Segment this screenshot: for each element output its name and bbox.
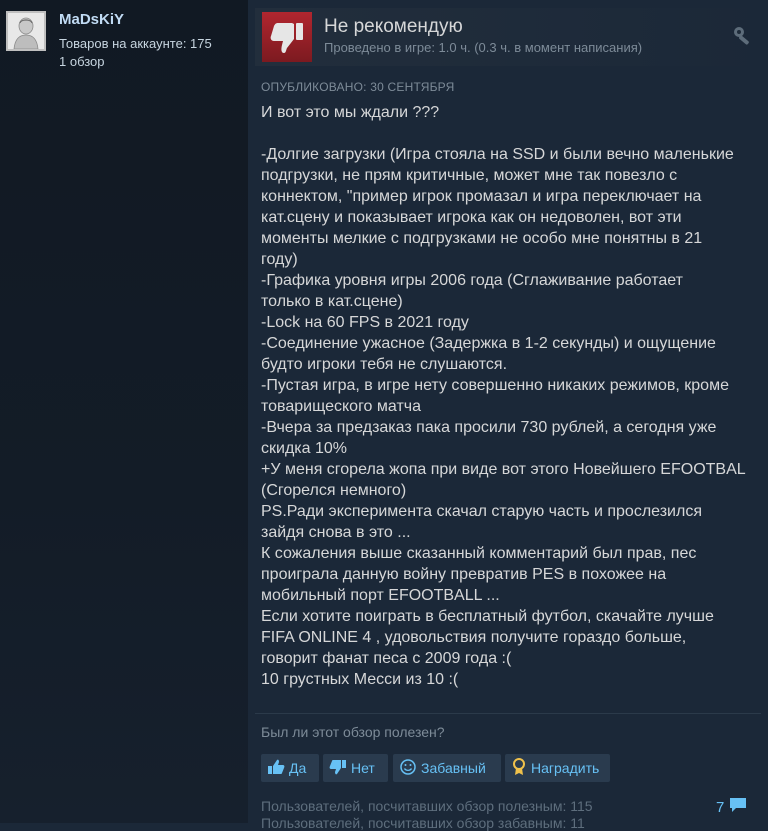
review-line: коннектом, "пример игрок промазал и игра… [261,188,702,205]
review-line: скидка 10% [261,440,347,457]
review-line: -Вчера за предзаказ пака просили 730 руб… [261,419,717,436]
funny-count: Пользователей, посчитавших обзор забавны… [261,815,585,831]
review-line: К сожаления выше сказанный комментарий б… [261,545,697,562]
author-name[interactable]: MaDsKiY [59,11,124,28]
vote-yes-button[interactable]: Да [261,754,319,782]
review-line: кат.сцену и показывает игрока как он нед… [261,209,682,226]
playtime: Проведено в игре: 1.0 ч. (0.3 ч. в момен… [324,40,643,55]
review-line: товарищеского матча [261,398,421,415]
review-line: -Соединение ужасное (Задержка в 1-2 секу… [261,335,716,352]
avatar[interactable] [6,11,46,51]
review-line: PS.Ради эксперимента скачал старую часть… [261,503,702,520]
smiley-icon [399,758,417,779]
vote-funny-button[interactable]: Забавный [393,754,501,782]
author-products-count[interactable]: Товаров на аккаунте: 175 [59,36,212,51]
comments-link[interactable]: 7 [716,796,748,818]
review-line: моменты мелкие с подгрузками не особо мн… [261,230,703,247]
review-line: 10 грустных Месси из 10 :( [261,671,459,688]
review-line: +У меня сгорела жопа при виде вот этого … [261,461,746,478]
review-verdict[interactable]: Не рекомендую [324,16,463,38]
wrench-icon[interactable] [732,25,754,45]
award-icon [511,757,527,779]
vote-yes-label: Да [289,760,307,776]
vote-funny-label: Забавный [421,760,486,776]
divider [255,713,761,714]
review-line: мобильный порт EFOOTBALL ... [261,587,500,604]
helpful-question: Был ли этот обзор полезен? [261,724,445,740]
avatar-image [8,13,44,49]
review-line: будто игроки тебя не слушаются. [261,356,508,373]
award-label: Наградить [531,760,600,776]
posted-date: Опубликовано: 30 сентября [261,80,455,94]
review-line [261,123,761,144]
helpful-count: Пользователей, посчитавших обзор полезны… [261,798,593,814]
comment-count: 7 [716,798,725,816]
review-line: проиграла данную войну превратив PES в п… [261,566,667,583]
vote-no-button[interactable]: Нет [323,754,388,782]
comment-icon [728,796,748,818]
review-line: Если хотите поиграть в бесплатный футбол… [261,608,714,625]
review-line: зайдя снова в это ... [261,524,411,541]
author-reviews-count[interactable]: 1 обзор [59,54,105,69]
thumbs-down-icon [262,12,312,62]
thumbs-up-icon [267,759,285,778]
thumbs-down-small-icon [329,759,347,778]
review-line: -Долгие загрузки (Игра стояла на SSD и б… [261,146,734,163]
review-line: (Сгорелся немного) [261,482,407,499]
review-line: -Графика уровня игры 2006 года (Сглажива… [261,272,683,289]
review-line: И вот это мы ждали ??? [261,104,440,121]
award-button[interactable]: Наградить [505,754,610,782]
review-line: подгрузки, не прям критичные, может мне … [261,167,678,184]
review-line: говорит фанат песа с 2009 года :( [261,650,512,667]
review-line: году) [261,251,298,268]
review-line: -Пустая игра, в игре нету совершенно ник… [261,377,729,394]
review-line: только в кат.сцене) [261,293,403,310]
vote-no-label: Нет [351,760,375,776]
review-line: FIFA ONLINE 4 , удовольствия получите го… [261,629,687,646]
review-line: -Lock на 60 FPS в 2021 году [261,314,469,331]
author-panel: MaDsKiY Товаров на аккаунте: 175 1 обзор [0,0,248,823]
review-text: И вот это мы ждали ??? -Долгие загрузки (… [261,102,761,690]
